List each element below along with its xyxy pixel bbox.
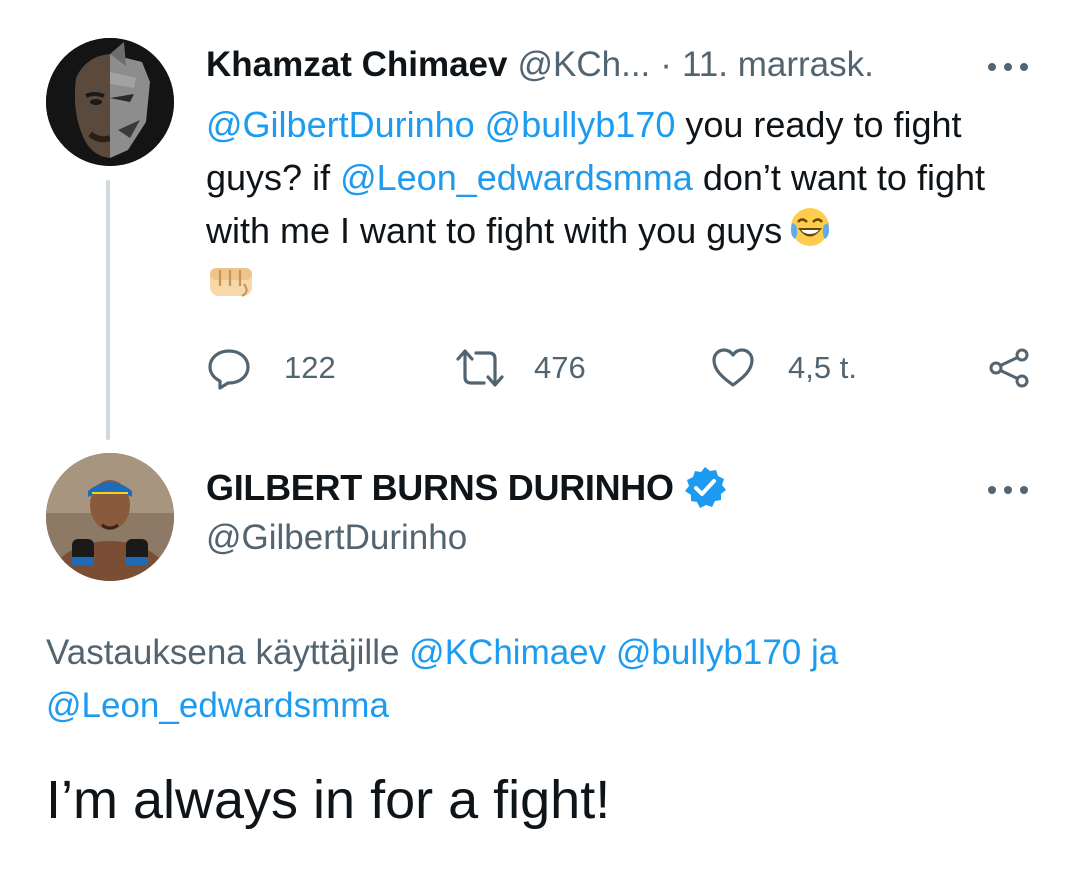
author-handle[interactable]: @KCh... — [517, 45, 650, 85]
reply-button[interactable]: 122 — [206, 340, 336, 396]
retweet-button[interactable]: 476 — [454, 340, 586, 396]
tweet-actions: 122 476 4,5 t. — [206, 340, 1040, 396]
replying-conjunction: ja — [811, 633, 839, 672]
fist-emoji-icon — [210, 268, 252, 297]
reply-icon — [208, 349, 250, 390]
author-name-row: GILBERT BURNS DURINHO — [206, 462, 728, 514]
replying-to: Vastauksena käyttäjille @KChimaev @bully… — [46, 626, 1046, 732]
replying-prefix: Vastauksena käyttäjille — [46, 633, 410, 672]
reply-count: 122 — [284, 350, 336, 385]
heart-icon — [712, 348, 754, 387]
mention-link[interactable]: @KChimaev — [409, 633, 606, 672]
author-name[interactable]: GILBERT BURNS DURINHO — [206, 467, 674, 509]
separator-dot: · — [660, 45, 672, 84]
mention-link[interactable]: @Leon_edwardsmma — [46, 686, 389, 725]
author-name[interactable]: Khamzat Chimaev — [206, 45, 507, 85]
retweet-icon — [456, 349, 504, 387]
mention-link[interactable]: @bullyb170 — [616, 633, 801, 672]
like-count: 4,5 t. — [788, 350, 857, 385]
verified-badge-icon — [684, 467, 726, 508]
like-button[interactable]: 4,5 t. — [710, 340, 857, 396]
more-options-icon[interactable] — [988, 52, 1028, 82]
tweet-date[interactable]: 11. marrask. — [682, 45, 874, 85]
share-icon — [989, 348, 1029, 388]
avatar-gilbert[interactable] — [46, 453, 174, 581]
retweet-count: 476 — [534, 350, 586, 385]
tweet-text: @GilbertDurinho @bullyb170 you ready to … — [206, 98, 1046, 257]
laughing-emoji-icon — [791, 208, 830, 246]
tweet-text: I’m always in for a fight! — [46, 770, 611, 830]
mention-link[interactable]: @GilbertDurinho — [206, 104, 475, 145]
share-button[interactable] — [986, 340, 1032, 396]
mention-link[interactable]: @bullyb170 — [485, 104, 676, 145]
author-handle[interactable]: @GilbertDurinho — [206, 518, 467, 558]
more-options-icon[interactable] — [988, 475, 1028, 505]
thread-line — [106, 180, 110, 440]
mention-link[interactable]: @Leon_edwardsmma — [340, 157, 693, 198]
tweet-header: Khamzat Chimaev @KCh... · 11. marrask. — [206, 40, 874, 90]
avatar-khamzat[interactable] — [46, 38, 174, 166]
tweet-khamzat[interactable]: Khamzat Chimaev @KCh... · 11. marrask. @… — [0, 0, 1080, 440]
